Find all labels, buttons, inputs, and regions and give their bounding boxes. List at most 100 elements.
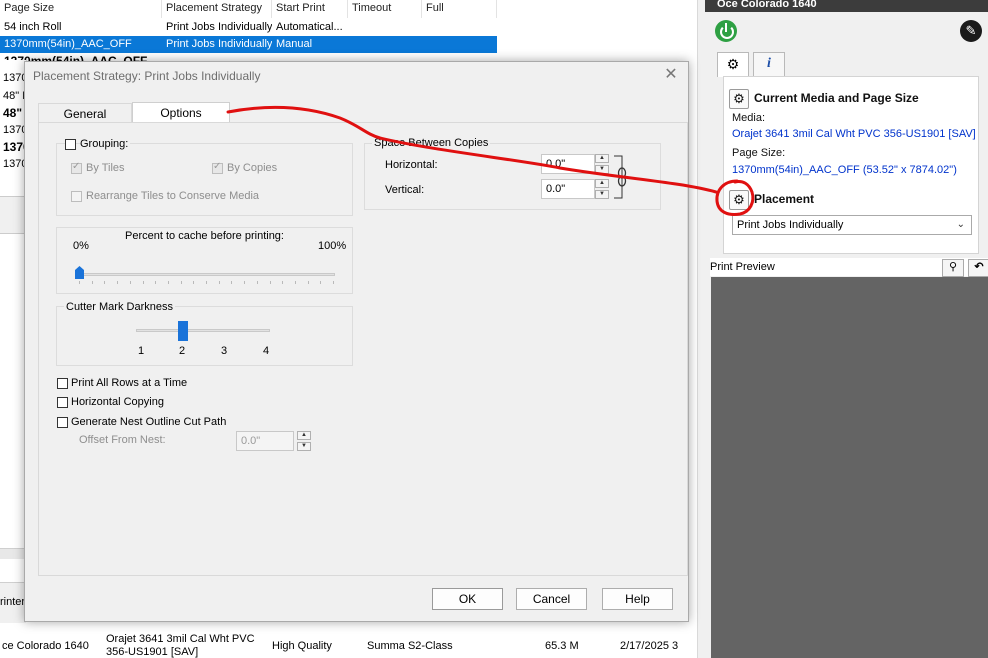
cache-slider-tick	[269, 281, 271, 284]
cell-page-size: 54 inch Roll	[4, 21, 62, 33]
spin-down-icon[interactable]: ▼	[297, 442, 311, 451]
cache-slider-thumb[interactable]	[75, 266, 84, 279]
undo-icon[interactable]: ↶	[968, 259, 988, 277]
cutter-tick-label: 4	[263, 345, 270, 357]
cache-slider-tick	[104, 281, 106, 284]
placement-header: Placement	[754, 192, 815, 206]
by-copies-checkbox[interactable]	[212, 161, 223, 174]
tab-info[interactable]: i	[753, 52, 785, 76]
cache-slider-tick	[91, 281, 93, 284]
cache-slider-tick	[256, 281, 258, 284]
printer-job-row[interactable]: ce Colorado 1640 Orajet 3641 3mil Cal Wh…	[0, 630, 705, 658]
link-chain-icon[interactable]	[612, 154, 628, 200]
tab-general[interactable]: General	[38, 103, 132, 123]
spin-up-icon[interactable]: ▲	[297, 431, 311, 440]
column-header-full[interactable]: Full	[422, 0, 497, 18]
cutter-tick-label: 1	[138, 345, 145, 357]
placement-select[interactable]: Print Jobs Individually ⌄	[732, 215, 972, 235]
offset-spinner[interactable]: ▲ ▼	[297, 431, 311, 451]
cache-slider-tick	[307, 281, 309, 284]
column-header-placement-strategy[interactable]: Placement Strategy	[162, 0, 272, 18]
cache-slider-tick	[320, 281, 322, 284]
nest-outline-checkbox[interactable]	[57, 417, 68, 428]
cell-media-line1: Orajet 3641 3mil Cal Wht PVC	[106, 633, 255, 645]
close-icon[interactable]: ✕	[662, 66, 680, 84]
power-icon[interactable]	[715, 20, 737, 42]
cell-printer: ce Colorado 1640	[2, 640, 89, 652]
space-between-copies-label: Space Between Copies	[372, 137, 491, 149]
spin-up-icon[interactable]: ▲	[595, 154, 609, 163]
horizontal-spacing-field[interactable]: 0.0"	[541, 154, 595, 174]
cutter-tick-label: 3	[221, 345, 228, 357]
vertical-spacing-field[interactable]: 0.0"	[541, 179, 595, 199]
pencil-icon[interactable]: ✎	[960, 20, 982, 42]
cache-slider-tick	[206, 281, 207, 284]
cache-slider-tick	[244, 281, 246, 284]
printer-panel: Oce Colorado 1640 ✎ ⚙ i ⚙ Current Media …	[705, 0, 988, 658]
grouping-group	[56, 143, 353, 216]
cache-slider-tick	[180, 281, 182, 284]
table-row-selected[interactable]: 1370mm(54in)_AAC_OFF Print Jobs Individu…	[0, 36, 497, 53]
cell-media-line2: 356-US1901 [SAV]	[106, 646, 199, 658]
print-all-rows-checkbox[interactable]	[57, 378, 68, 389]
media-value[interactable]: Orajet 3641 3mil Cal Wht PVC 356-US1901 …	[732, 128, 976, 140]
cell-quality: High Quality	[272, 640, 332, 652]
spin-down-icon[interactable]: ▼	[595, 190, 609, 199]
print-preview-label: Print Preview	[710, 261, 775, 273]
offset-from-nest-field[interactable]: 0.0"	[236, 431, 294, 451]
rearrange-tiles-label: Rearrange Tiles to Conserve Media	[86, 190, 260, 202]
spin-up-icon[interactable]: ▲	[595, 179, 609, 188]
panel-divider	[0, 548, 26, 559]
table-row[interactable]: 54 inch Roll Print Jobs Individually Aut…	[0, 19, 497, 36]
grouping-checkbox[interactable]	[65, 139, 76, 150]
magnifier-icon[interactable]: ⚲	[942, 259, 964, 277]
cell-date: 2/17/2025 3	[620, 640, 679, 652]
by-tiles-label: By Tiles	[86, 162, 125, 174]
placement-select-value: Print Jobs Individually	[737, 219, 844, 231]
page-size-value[interactable]: 1370mm(54in)_AAC_OFF (53.52" x 7874.02")	[732, 164, 957, 176]
gear-icon[interactable]: ⚙	[729, 190, 749, 210]
cache-slider-tick	[294, 281, 296, 284]
cache-slider-tick	[79, 281, 80, 284]
tab-settings[interactable]: ⚙	[717, 52, 749, 77]
cache-min-label: 0%	[73, 240, 89, 252]
cutter-slider-track[interactable]	[136, 329, 270, 332]
horizontal-label: Horizontal:	[385, 159, 438, 171]
cache-slider-tick	[155, 281, 157, 284]
cell-placement-strategy: Print Jobs Individually	[166, 38, 272, 50]
help-button[interactable]: Help	[602, 588, 673, 610]
media-label: Media:	[732, 112, 766, 124]
horizontal-spinner[interactable]: ▲ ▼	[595, 154, 609, 174]
chevron-down-icon: ⌄	[956, 219, 965, 230]
options-tab-page: Grouping: By Tiles By Copies Rearrange T…	[38, 122, 688, 576]
print-preview-bar: Print Preview ⚲ ↶	[710, 258, 988, 277]
by-copies-label: By Copies	[227, 162, 278, 174]
cell-page-size: 1370mm(54in)_AAC_OFF	[4, 38, 132, 50]
info-printer-icon: i	[767, 56, 771, 71]
column-header-page-size[interactable]: Page Size	[0, 0, 162, 18]
cutter-mark-group	[56, 306, 353, 366]
vertical-spinner[interactable]: ▲ ▼	[595, 179, 609, 199]
tab-options[interactable]: Options	[132, 102, 230, 122]
grouping-label: Grouping:	[80, 138, 131, 150]
spin-down-icon[interactable]: ▼	[595, 165, 609, 174]
row-fragment: 48"	[3, 106, 23, 120]
cache-slider-tick	[282, 281, 284, 284]
cancel-button[interactable]: Cancel	[516, 588, 587, 610]
cache-slider-track[interactable]	[78, 273, 335, 276]
gear-icon[interactable]: ⚙	[729, 89, 749, 109]
cell-start-print: Automatical...	[276, 21, 343, 33]
print-all-rows-label: Print All Rows at a Time	[71, 377, 188, 389]
vertical-label: Vertical:	[385, 184, 425, 196]
ok-button[interactable]: OK	[432, 588, 503, 610]
cutter-slider-thumb[interactable]	[178, 321, 188, 341]
cache-slider-tick	[142, 281, 144, 284]
horizontal-copying-checkbox[interactable]	[57, 397, 68, 408]
job-table-header: Page Size Placement Strategy Start Print…	[0, 0, 497, 18]
column-header-start-print[interactable]: Start Print	[272, 0, 348, 18]
column-header-timeout[interactable]: Timeout	[348, 0, 422, 18]
by-tiles-checkbox[interactable]	[71, 161, 82, 174]
rearrange-tiles-checkbox[interactable]	[71, 191, 82, 202]
placement-strategy-dialog: Placement Strategy: Print Jobs Individua…	[24, 61, 689, 622]
cell-start-print: Manual	[276, 38, 313, 50]
